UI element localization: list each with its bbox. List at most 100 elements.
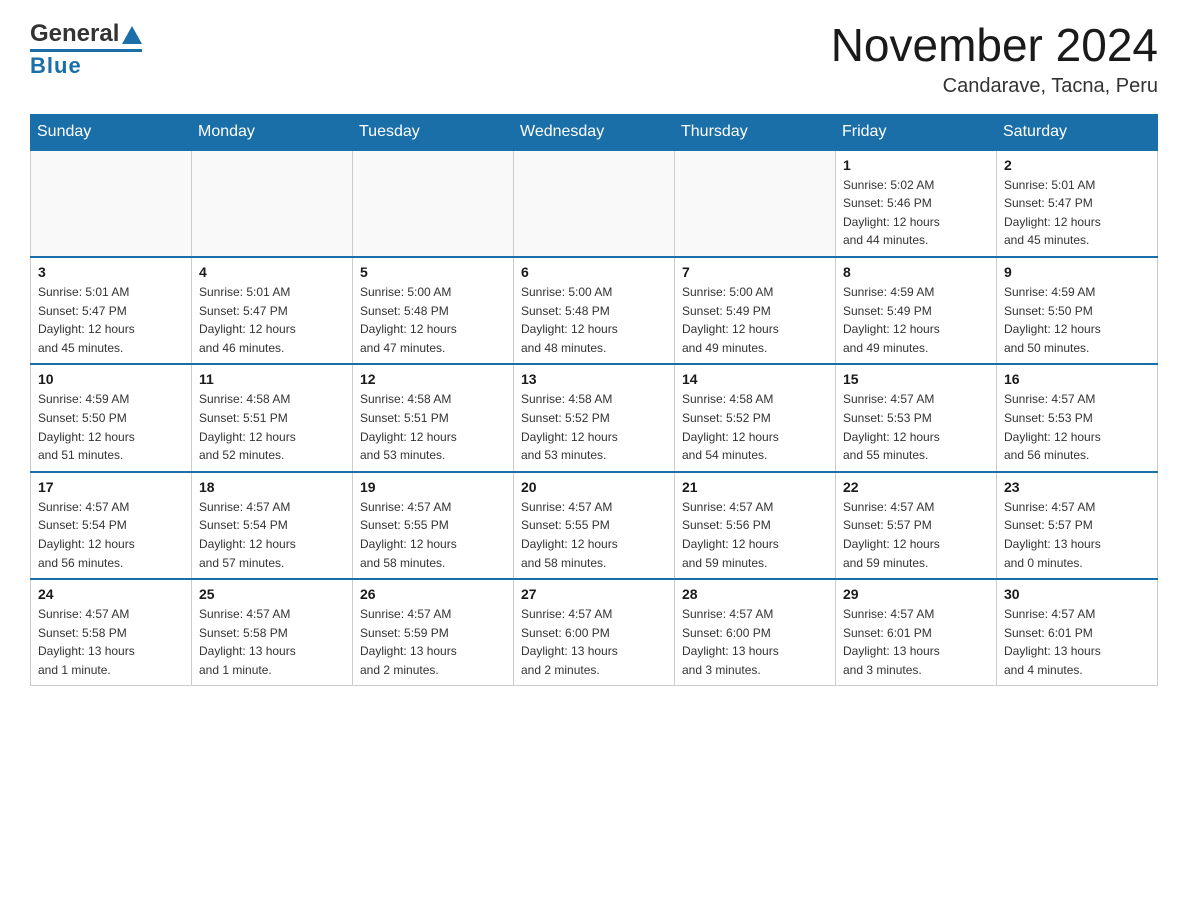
day-number: 4 [199,264,345,280]
day-header-thursday: Thursday [675,114,836,150]
calendar-cell [192,150,353,257]
week-row-1: 1Sunrise: 5:02 AM Sunset: 5:46 PM Daylig… [31,150,1158,257]
calendar-cell: 14 Sunrise: 4:58 AM Sunset: 5:52 PM Dayli… [675,364,836,471]
calendar-cell: 9Sunrise: 4:59 AM Sunset: 5:50 PM Daylig… [997,257,1158,364]
day-info: Sunrise: 4:57 AM Sunset: 5:57 PM Dayligh… [1004,498,1150,572]
calendar-subtitle: Candarave, Tacna, Peru [831,75,1158,98]
calendar-cell: 24Sunrise: 4:57 AM Sunset: 5:58 PM Dayli… [31,579,192,686]
day-info: Sunrise: 4:57 AM Sunset: 5:57 PM Dayligh… [843,498,989,572]
day-info: Sunrise: 4:58 AM Sunset: 5:51 PM Dayligh… [199,390,345,464]
calendar-cell: 21Sunrise: 4:57 AM Sunset: 5:56 PM Dayli… [675,472,836,579]
day-info: Sunrise: 4:59 AM Sunset: 5:49 PM Dayligh… [843,283,989,357]
calendar-cell: 10Sunrise: 4:59 AM Sunset: 5:50 PM Dayli… [31,364,192,471]
day-header-monday: Monday [192,114,353,150]
day-info: Sunrise: 4:57 AM Sunset: 6:01 PM Dayligh… [843,605,989,679]
day-info: Sunrise: 5:01 AM Sunset: 5:47 PM Dayligh… [38,283,184,357]
calendar-cell: 23 Sunrise: 4:57 AM Sunset: 5:57 PM Dayli… [997,472,1158,579]
day-number: 16 [1004,371,1150,387]
calendar-cell: 1Sunrise: 5:02 AM Sunset: 5:46 PM Daylig… [836,150,997,257]
day-number: 3 [38,264,184,280]
day-info: Sunrise: 4:57 AM Sunset: 5:59 PM Dayligh… [360,605,506,679]
calendar-cell [31,150,192,257]
calendar-cell: 5 Sunrise: 5:00 AM Sunset: 5:48 PM Daylig… [353,257,514,364]
calendar-cell: 18Sunrise: 4:57 AM Sunset: 5:54 PM Dayli… [192,472,353,579]
day-number: 8 [843,264,989,280]
day-number: 19 [360,479,506,495]
day-info: Sunrise: 4:57 AM Sunset: 5:53 PM Dayligh… [843,390,989,464]
day-info: Sunrise: 4:57 AM Sunset: 5:53 PM Dayligh… [1004,390,1150,464]
day-info: Sunrise: 4:57 AM Sunset: 6:01 PM Dayligh… [1004,605,1150,679]
day-header-saturday: Saturday [997,114,1158,150]
day-number: 1 [843,157,989,173]
calendar-cell: 30 Sunrise: 4:57 AM Sunset: 6:01 PM Dayli… [997,579,1158,686]
day-number: 20 [521,479,667,495]
calendar-cell: 13Sunrise: 4:58 AM Sunset: 5:52 PM Dayli… [514,364,675,471]
day-number: 13 [521,371,667,387]
calendar-cell: 25Sunrise: 4:57 AM Sunset: 5:58 PM Dayli… [192,579,353,686]
day-info: Sunrise: 4:57 AM Sunset: 6:00 PM Dayligh… [682,605,828,679]
week-row-3: 10Sunrise: 4:59 AM Sunset: 5:50 PM Dayli… [31,364,1158,471]
day-info: Sunrise: 4:58 AM Sunset: 5:52 PM Dayligh… [682,390,828,464]
day-header-row: SundayMondayTuesdayWednesdayThursdayFrid… [31,114,1158,150]
calendar-cell: 17Sunrise: 4:57 AM Sunset: 5:54 PM Dayli… [31,472,192,579]
calendar-cell: 7Sunrise: 5:00 AM Sunset: 5:49 PM Daylig… [675,257,836,364]
day-number: 14 [682,371,828,387]
calendar-cell: 27 Sunrise: 4:57 AM Sunset: 6:00 PM Dayli… [514,579,675,686]
calendar-cell: 2 Sunrise: 5:01 AM Sunset: 5:47 PM Daylig… [997,150,1158,257]
day-number: 5 [360,264,506,280]
calendar-cell: 3 Sunrise: 5:01 AM Sunset: 5:47 PM Daylig… [31,257,192,364]
day-number: 23 [1004,479,1150,495]
day-number: 29 [843,586,989,602]
day-header-friday: Friday [836,114,997,150]
day-number: 24 [38,586,184,602]
day-info: Sunrise: 4:57 AM Sunset: 5:55 PM Dayligh… [521,498,667,572]
day-number: 6 [521,264,667,280]
day-info: Sunrise: 4:57 AM Sunset: 5:55 PM Dayligh… [360,498,506,572]
calendar-cell: 28 Sunrise: 4:57 AM Sunset: 6:00 PM Dayli… [675,579,836,686]
title-area: November 2024 Candarave, Tacna, Peru [831,20,1158,98]
logo: General Blue [30,20,142,79]
day-info: Sunrise: 4:57 AM Sunset: 6:00 PM Dayligh… [521,605,667,679]
day-number: 30 [1004,586,1150,602]
day-info: Sunrise: 5:01 AM Sunset: 5:47 PM Dayligh… [199,283,345,357]
day-number: 28 [682,586,828,602]
calendar-table: SundayMondayTuesdayWednesdayThursdayFrid… [30,114,1158,687]
calendar-cell: 19 Sunrise: 4:57 AM Sunset: 5:55 PM Dayli… [353,472,514,579]
day-number: 27 [521,586,667,602]
header: General Blue November 2024 Candarave, Ta… [30,20,1158,98]
day-info: Sunrise: 4:58 AM Sunset: 5:51 PM Dayligh… [360,390,506,464]
calendar-cell: 11 Sunrise: 4:58 AM Sunset: 5:51 PM Dayli… [192,364,353,471]
week-row-2: 3 Sunrise: 5:01 AM Sunset: 5:47 PM Daylig… [31,257,1158,364]
day-info: Sunrise: 4:59 AM Sunset: 5:50 PM Dayligh… [1004,283,1150,357]
calendar-cell: 26Sunrise: 4:57 AM Sunset: 5:59 PM Dayli… [353,579,514,686]
calendar-cell: 15 Sunrise: 4:57 AM Sunset: 5:53 PM Dayli… [836,364,997,471]
day-number: 15 [843,371,989,387]
day-number: 22 [843,479,989,495]
day-number: 17 [38,479,184,495]
day-number: 25 [199,586,345,602]
day-number: 21 [682,479,828,495]
day-info: Sunrise: 5:00 AM Sunset: 5:48 PM Dayligh… [360,283,506,357]
day-number: 2 [1004,157,1150,173]
day-header-sunday: Sunday [31,114,192,150]
day-info: Sunrise: 4:57 AM Sunset: 5:54 PM Dayligh… [199,498,345,572]
logo-triangle-icon [122,26,142,44]
calendar-cell: 12 Sunrise: 4:58 AM Sunset: 5:51 PM Dayli… [353,364,514,471]
logo-top-row: General [30,20,142,48]
day-number: 7 [682,264,828,280]
calendar-cell: 20 Sunrise: 4:57 AM Sunset: 5:55 PM Dayli… [514,472,675,579]
calendar-cell [353,150,514,257]
week-row-4: 17 Sunrise: 4:57 AM Sunset: 5:54 PM Dayli… [31,472,1158,579]
day-header-tuesday: Tuesday [353,114,514,150]
calendar-cell [675,150,836,257]
day-number: 10 [38,371,184,387]
logo-blue-text: Blue [30,49,142,79]
calendar-cell: 4 Sunrise: 5:01 AM Sunset: 5:47 PM Daylig… [192,257,353,364]
day-number: 12 [360,371,506,387]
calendar-cell: 22 Sunrise: 4:57 AM Sunset: 5:57 PM Dayli… [836,472,997,579]
calendar-title: November 2024 [831,20,1158,71]
day-info: Sunrise: 5:01 AM Sunset: 5:47 PM Dayligh… [1004,176,1150,250]
calendar-cell: 16 Sunrise: 4:57 AM Sunset: 5:53 PM Dayli… [997,364,1158,471]
day-header-wednesday: Wednesday [514,114,675,150]
day-number: 11 [199,371,345,387]
